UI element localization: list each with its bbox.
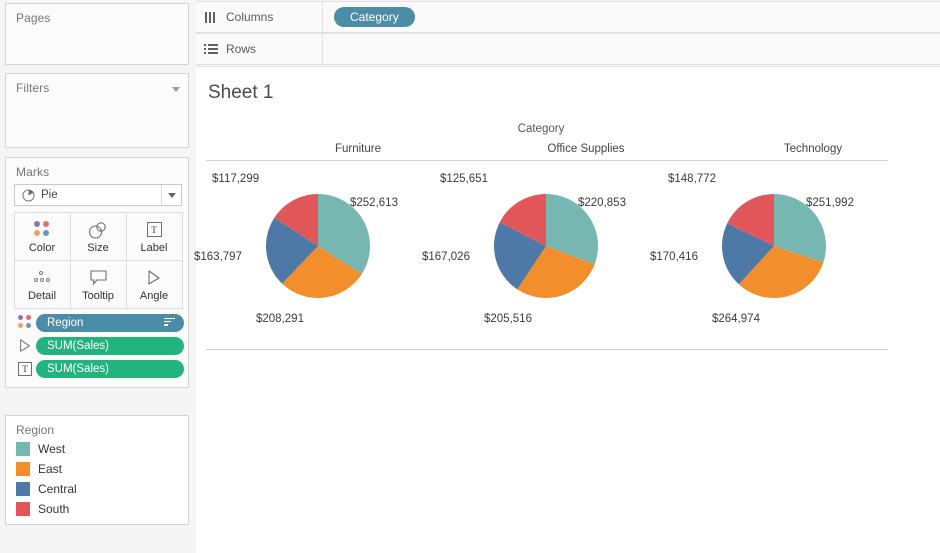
tableau-worksheet-window: Pages Filters Marks Pie Color Size T Lab… bbox=[0, 0, 940, 553]
pie-slice-label: $208,291 bbox=[256, 313, 304, 325]
pill-label-sum-sales-angle[interactable]: SUM(Sales) bbox=[36, 336, 184, 355]
color-dots-icon bbox=[33, 219, 51, 241]
detail-shelf-button[interactable]: Detail bbox=[13, 259, 71, 309]
tooltip-icon bbox=[89, 267, 108, 289]
pill-text: Category bbox=[350, 10, 399, 24]
angle-shelf-label: Angle bbox=[139, 289, 169, 302]
legend-item[interactable]: West bbox=[6, 439, 188, 459]
pages-card: Pages bbox=[5, 3, 189, 65]
size-icon bbox=[88, 219, 108, 241]
columns-shelf[interactable]: Columns Category bbox=[196, 1, 940, 33]
pie-chart-furniture: $252,613 $208,291 $163,797 $117,299 bbox=[194, 163, 432, 349]
legend-color-swatch bbox=[16, 442, 30, 456]
pie-slice-label: $251,992 bbox=[806, 197, 854, 209]
legend-color-swatch bbox=[16, 462, 30, 476]
columns-shelf-label-area: Columns bbox=[196, 1, 323, 33]
legend-items-list: West East Central South bbox=[6, 439, 188, 519]
marks-pill-region[interactable]: Region bbox=[14, 313, 184, 332]
header-divider bbox=[206, 160, 888, 161]
legend-item[interactable]: South bbox=[6, 499, 188, 519]
size-shelf-label: Size bbox=[87, 241, 109, 254]
pie-slice-label: $264,974 bbox=[712, 313, 760, 325]
legend-title: Region bbox=[16, 423, 55, 437]
filters-card: Filters bbox=[5, 73, 189, 148]
legend-item-label: South bbox=[38, 502, 70, 516]
rows-shelf[interactable]: Rows bbox=[196, 33, 940, 65]
pie-svg bbox=[266, 194, 370, 298]
column-header-office-supplies[interactable]: Office Supplies bbox=[486, 143, 686, 155]
pie-slice-label: $205,516 bbox=[484, 313, 532, 325]
category-axis-title: Category bbox=[517, 123, 565, 135]
pill-label-region[interactable]: Region bbox=[36, 313, 184, 332]
legend-item[interactable]: Central bbox=[6, 479, 188, 499]
mark-type-value: Pie bbox=[41, 189, 58, 201]
detail-shelf-label: Detail bbox=[27, 289, 57, 302]
pie-slice-label: $117,299 bbox=[212, 173, 260, 185]
mark-type-select[interactable]: Pie bbox=[14, 184, 182, 206]
pie-slice-label: $148,772 bbox=[668, 173, 716, 185]
legend-item-label: West bbox=[38, 442, 66, 456]
sheet-title: Sheet 1 bbox=[208, 82, 274, 103]
pie-slice-label: $252,613 bbox=[350, 197, 398, 209]
pie-icon bbox=[22, 188, 35, 202]
pie-chart-office-supplies: $220,853 $205,516 $167,026 $125,651 bbox=[422, 163, 660, 349]
tooltip-shelf-label: Tooltip bbox=[82, 289, 114, 302]
pie-chart-technology: $251,992 $264,974 $170,416 $148,772 bbox=[650, 163, 888, 349]
pill-text: SUM(Sales) bbox=[47, 339, 109, 352]
color-shelf-label: Color bbox=[28, 241, 56, 254]
legend-item-label: Central bbox=[38, 482, 77, 496]
pill-text: Region bbox=[47, 316, 84, 329]
legend-color-swatch bbox=[16, 482, 30, 496]
label-text-icon: T bbox=[146, 219, 162, 241]
filters-card-title: Filters bbox=[16, 81, 50, 95]
pie-slice-label: $125,651 bbox=[440, 173, 488, 185]
visualization-pane: Sheet 1 Category Furniture Office Suppli… bbox=[194, 66, 940, 553]
column-header-technology[interactable]: Technology bbox=[713, 143, 913, 155]
pie-slice-label: $170,416 bbox=[650, 251, 698, 263]
pie-slice-label: $167,026 bbox=[422, 251, 470, 263]
label-text-icon: T bbox=[14, 360, 36, 377]
pie-svg bbox=[722, 194, 826, 298]
pie-slice-label: $220,853 bbox=[578, 197, 626, 209]
mark-type-dropdown-arrow[interactable] bbox=[161, 185, 181, 205]
panel-bottom-divider bbox=[206, 349, 888, 350]
marks-card-title: Marks bbox=[16, 165, 50, 179]
label-shelf-button[interactable]: T Label bbox=[125, 211, 183, 261]
chevron-down-icon[interactable] bbox=[172, 87, 180, 92]
tooltip-shelf-button[interactable]: Tooltip bbox=[69, 259, 127, 309]
legend-color-swatch bbox=[16, 502, 30, 516]
pie-slice-label: $163,797 bbox=[194, 251, 242, 263]
color-legend-card: Region West East Central South bbox=[5, 415, 189, 525]
size-shelf-button[interactable]: Size bbox=[69, 211, 127, 261]
columns-icon bbox=[204, 11, 219, 24]
angle-icon bbox=[14, 337, 36, 354]
marks-pill-label-sales[interactable]: T SUM(Sales) bbox=[14, 359, 184, 378]
columns-shelf-label: Columns bbox=[226, 10, 274, 24]
marks-card: Marks Pie Color Size T Label Detail Tool… bbox=[5, 157, 189, 388]
angle-shelf-button[interactable]: Angle bbox=[125, 259, 183, 309]
pie-svg bbox=[494, 194, 598, 298]
rows-shelf-label: Rows bbox=[226, 42, 257, 56]
sort-descending-icon[interactable] bbox=[164, 317, 175, 327]
pill-text: SUM(Sales) bbox=[47, 362, 109, 375]
angle-icon bbox=[146, 267, 162, 289]
marks-pill-angle-sales[interactable]: SUM(Sales) bbox=[14, 336, 184, 355]
color-dots-icon bbox=[14, 314, 36, 331]
columns-pill-category[interactable]: Category bbox=[334, 7, 415, 27]
left-sidebar: Pages Filters Marks Pie Color Size T Lab… bbox=[0, 0, 196, 553]
detail-dots-icon bbox=[32, 267, 52, 289]
legend-item[interactable]: East bbox=[6, 459, 188, 479]
color-shelf-button[interactable]: Color bbox=[13, 211, 71, 261]
pill-label-sum-sales-label[interactable]: SUM(Sales) bbox=[36, 359, 184, 378]
pages-card-title: Pages bbox=[16, 11, 51, 25]
marks-shelf-buttons: Color Size T Label Detail Tooltip Angle bbox=[13, 211, 183, 309]
rows-shelf-label-area: Rows bbox=[196, 33, 323, 65]
label-shelf-label: Label bbox=[140, 241, 168, 254]
legend-item-label: East bbox=[38, 462, 63, 476]
column-header-furniture[interactable]: Furniture bbox=[258, 143, 458, 155]
rows-icon bbox=[204, 43, 219, 56]
